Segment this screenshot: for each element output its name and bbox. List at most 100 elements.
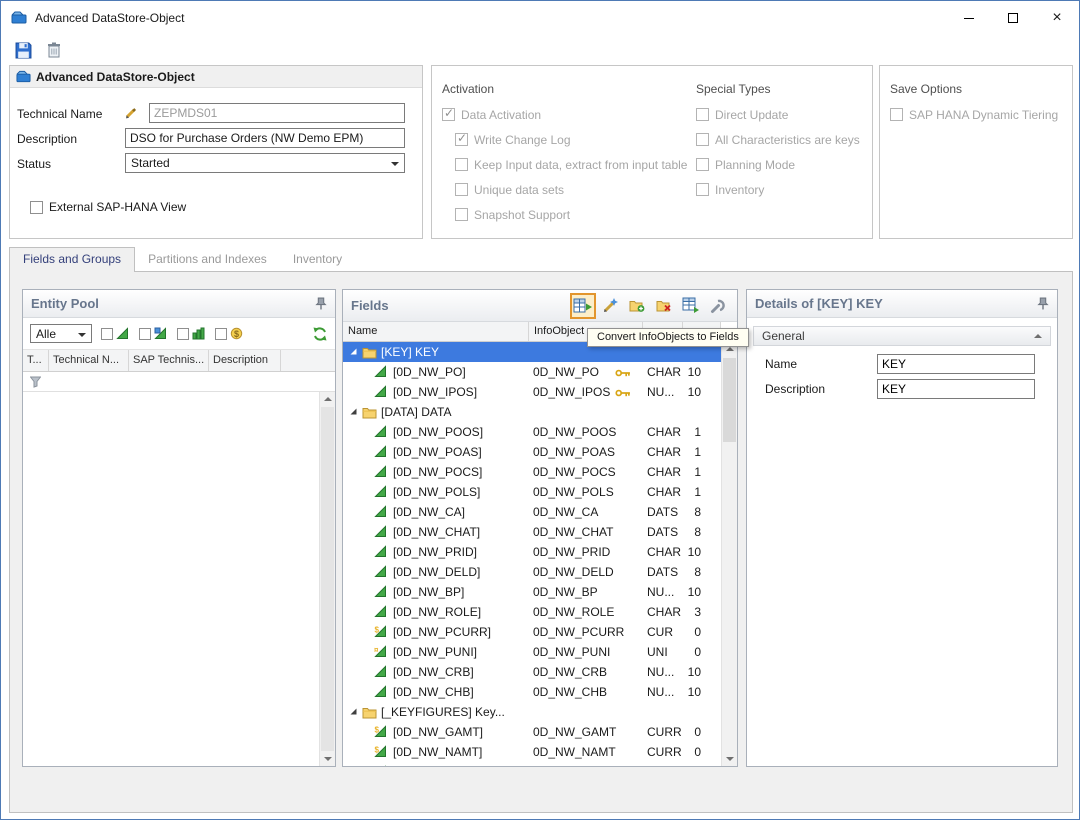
fields-panel: Fields NameInfoObject [KEY] KEY[0D_NW_PO… xyxy=(342,289,738,767)
expander-icon[interactable] xyxy=(349,707,358,716)
filter-currencies-checkbox[interactable] xyxy=(215,328,227,340)
filter-characteristics-checkbox[interactable] xyxy=(101,328,113,340)
field-row[interactable]: [0D_NW_PRID]0D_NW_PRIDCHAR10 xyxy=(343,542,721,562)
save-button[interactable] xyxy=(14,41,32,59)
object-info-box: Advanced DataStore-Object Technical Name… xyxy=(9,65,423,239)
checkbox xyxy=(455,158,468,171)
delete-button[interactable] xyxy=(45,41,63,59)
settings-button[interactable] xyxy=(707,295,729,317)
entity-pool-scrollbar[interactable] xyxy=(319,392,335,766)
scrollbar-thumb[interactable] xyxy=(723,358,736,442)
expander-icon[interactable] xyxy=(349,407,358,416)
description-input[interactable] xyxy=(125,128,405,148)
field-name: [0D_NW_CHB] xyxy=(393,682,474,702)
maximize-button[interactable] xyxy=(991,1,1035,35)
characteristic-icon xyxy=(374,765,387,766)
field-row[interactable] xyxy=(343,762,721,766)
convert-infoobjects-to-fields-button[interactable] xyxy=(572,295,594,317)
expander-icon[interactable] xyxy=(349,347,358,356)
field-row[interactable]: $[0D_NW_NAMT]0D_NW_NAMTCURR0 xyxy=(343,742,721,762)
refresh-icon[interactable] xyxy=(312,326,328,342)
field-row[interactable]: [0D_NW_POAS]0D_NW_POASCHAR1 xyxy=(343,442,721,462)
entity-filter-select[interactable]: Alle xyxy=(30,324,92,343)
field-row[interactable]: $[0D_NW_PCURR]0D_NW_PCURRCUR0 xyxy=(343,622,721,642)
fields-scrollbar[interactable] xyxy=(721,342,737,766)
technical-name-input[interactable] xyxy=(149,103,405,123)
field-datatype: DATS xyxy=(647,502,678,522)
field-row[interactable]: [0D_NW_POLS]0D_NW_POLSCHAR1 xyxy=(343,482,721,502)
adso-app-icon xyxy=(11,10,27,26)
advanced-datastore-object-window: Advanced DataStore-Object × Advanced Dat… xyxy=(0,0,1080,820)
field-row[interactable]: ¤[0D_NW_PUNI]0D_NW_PUNIUNI0 xyxy=(343,642,721,662)
close-button[interactable]: × xyxy=(1035,1,1079,35)
activation-data-activation: Data Activation xyxy=(442,102,702,127)
tab-partitions-and-indexes[interactable]: Partitions and Indexes xyxy=(135,247,280,272)
delete-group-button[interactable] xyxy=(653,295,675,317)
external-sap-hana-view-checkbox[interactable] xyxy=(30,201,43,214)
entity-pool-column-header-description[interactable]: Description xyxy=(209,350,281,371)
edit-name-pencil-icon[interactable] xyxy=(121,103,141,123)
filter-infoobjects-checkbox[interactable] xyxy=(139,328,151,340)
field-row[interactable]: [0D_NW_IPOS]0D_NW_IPOSNU...10 xyxy=(343,382,721,402)
name-input[interactable] xyxy=(877,354,1035,374)
tab-inventory[interactable]: Inventory xyxy=(280,247,355,272)
field-name: [0D_NW_DELD] xyxy=(393,562,480,582)
field-row[interactable]: [0D_NW_BP]0D_NW_BPNU...10 xyxy=(343,582,721,602)
scroll-down-icon[interactable] xyxy=(320,751,335,766)
pin-icon[interactable] xyxy=(1037,297,1049,310)
field-datatype: DATS xyxy=(647,562,678,582)
field-group-row[interactable]: [DATA] DATA xyxy=(343,402,721,422)
entity-pool-column-header-t[interactable]: T... xyxy=(23,350,49,371)
entity-pool-column-header-sap-technis[interactable]: SAP Technis... xyxy=(129,350,209,371)
field-row[interactable]: [0D_NW_ROLE]0D_NW_ROLECHAR3 xyxy=(343,602,721,622)
characteristic-icon xyxy=(374,685,387,698)
entity-pool-column-header-technical-n[interactable]: Technical N... xyxy=(49,350,129,371)
svg-text:$: $ xyxy=(375,726,380,735)
characteristic-icon xyxy=(374,425,387,438)
filter-funnel-icon[interactable] xyxy=(30,376,41,388)
general-section-header[interactable]: General xyxy=(753,326,1051,346)
field-row[interactable]: [0D_NW_DELD]0D_NW_DELDDATS8 xyxy=(343,562,721,582)
special-type-planning-mode: Planning Mode xyxy=(696,152,868,177)
description-input[interactable] xyxy=(877,379,1035,399)
add-group-button[interactable] xyxy=(626,295,648,317)
field-row[interactable]: [0D_NW_CA]0D_NW_CADATS8 xyxy=(343,502,721,522)
field-name: [0D_NW_POLS] xyxy=(393,482,480,502)
description-label: Description xyxy=(753,382,877,396)
filter-key-figures-checkbox[interactable] xyxy=(177,328,189,340)
field-row[interactable]: $[0D_NW_GAMT]0D_NW_GAMTCURR0 xyxy=(343,722,721,742)
field-group-row[interactable]: [_KEYFIGURES] Key... xyxy=(343,702,721,722)
field-row[interactable]: [0D_NW_CHAT]0D_NW_CHATDATS8 xyxy=(343,522,721,542)
checkbox xyxy=(442,108,455,121)
field-row[interactable]: [0D_NW_CRB]0D_NW_CRBNU...10 xyxy=(343,662,721,682)
export-table-button[interactable] xyxy=(680,295,702,317)
scrollbar-thumb[interactable] xyxy=(321,407,334,751)
field-row[interactable]: [0D_NW_POOS]0D_NW_POOSCHAR1 xyxy=(343,422,721,442)
pin-icon[interactable] xyxy=(315,297,327,310)
status-value: Started xyxy=(131,156,170,170)
object-info-box-title: Advanced DataStore-Object xyxy=(36,70,195,84)
field-datatype: CHAR xyxy=(647,362,681,382)
save-option-sap-hana-dynamic-tiering: SAP HANA Dynamic Tiering xyxy=(890,102,1070,127)
status-select[interactable]: Started xyxy=(125,153,405,173)
field-datatype: NU... xyxy=(647,582,674,602)
field-infoobject: 0D_NW_POLS xyxy=(533,482,614,502)
fields-and-groups-content: Entity Pool Alle $ T...Technical N...SAP… xyxy=(9,271,1073,813)
fields-table-body: [KEY] KEY[0D_NW_PO]0D_NW_POCHAR10[0D_NW_… xyxy=(343,342,721,766)
activation-keep-input-data-extract-from-input-table: Keep Input data, extract from input tabl… xyxy=(442,152,702,177)
amount-icon: $ xyxy=(374,625,387,638)
minimize-button[interactable] xyxy=(947,1,991,35)
field-row[interactable]: [0D_NW_CHB]0D_NW_CHBNU...10 xyxy=(343,682,721,702)
tab-fields-and-groups[interactable]: Fields and Groups xyxy=(9,247,135,272)
field-row[interactable]: [0D_NW_POCS]0D_NW_POCSCHAR1 xyxy=(343,462,721,482)
svg-text:$: $ xyxy=(234,328,239,338)
edit-properties-button[interactable] xyxy=(599,295,621,317)
scroll-up-icon[interactable] xyxy=(320,392,335,407)
activation-special-types-box: Activation Data ActivationWrite Change L… xyxy=(431,65,873,239)
entity-filter-value: Alle xyxy=(36,327,56,341)
field-row[interactable]: [0D_NW_PO]0D_NW_POCHAR10 xyxy=(343,362,721,382)
activation-heading: Activation xyxy=(442,82,702,102)
fields-column-header-name[interactable]: Name xyxy=(343,322,529,341)
scroll-down-icon[interactable] xyxy=(722,751,737,766)
key-icon xyxy=(615,368,631,378)
